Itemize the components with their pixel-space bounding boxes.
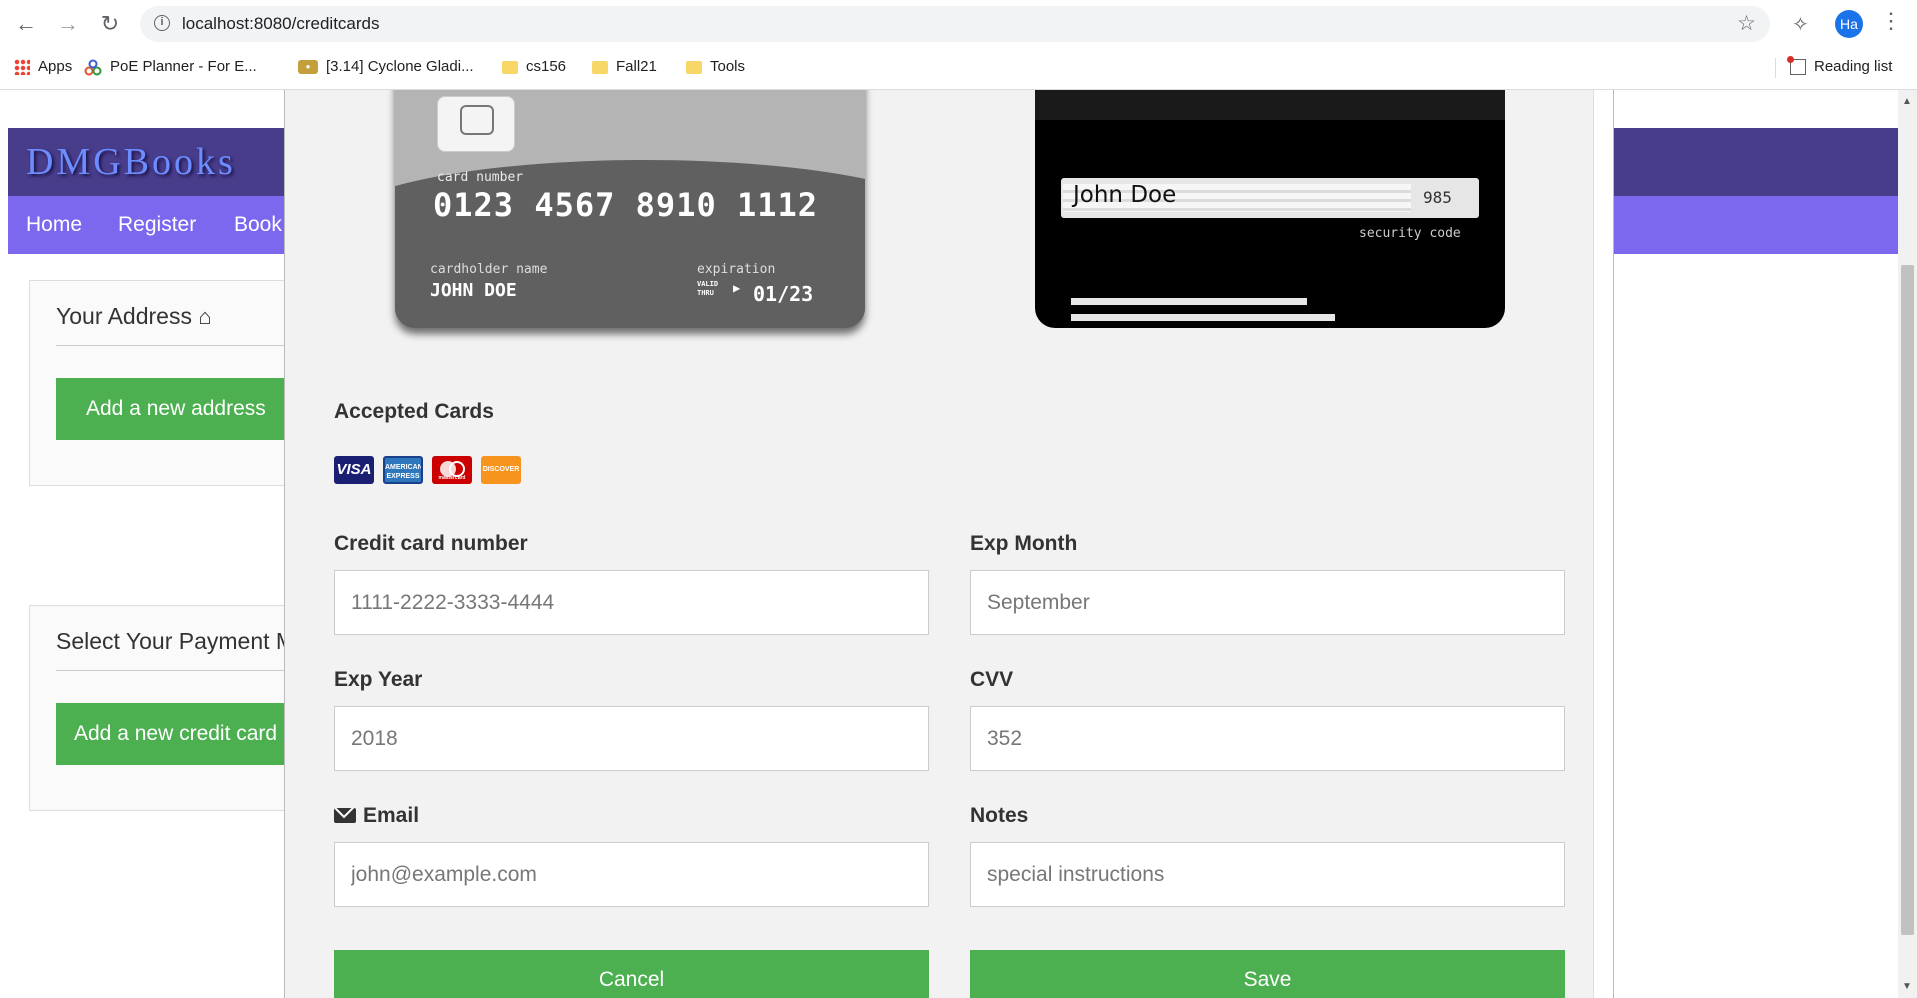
scroll-up-arrow-icon[interactable]: ▲ xyxy=(1902,96,1912,107)
nav-home[interactable]: Home xyxy=(26,196,82,254)
bookmark-cs156[interactable]: cs156 xyxy=(502,52,566,82)
browser-toolbar: ← → ↻ i localhost:8080/creditcards ☆ ✧ H… xyxy=(0,0,1917,48)
bookmarks-separator xyxy=(1775,58,1776,78)
info-icon[interactable]: i xyxy=(154,15,170,31)
bookmark-poe-planner[interactable]: PoE Planner - For E... xyxy=(84,52,257,82)
bookmark-fall21[interactable]: Fall21 xyxy=(592,52,657,82)
signature-name: John Doe xyxy=(1073,182,1177,208)
site-brand[interactable]: DMGBooks xyxy=(26,140,236,184)
payment-panel: Select Your Payment Method Add a new cre… xyxy=(29,605,353,811)
address-panel: Your Address ⌂ Add a new address xyxy=(29,280,301,486)
card-number-label: card number xyxy=(437,170,524,185)
folder-icon xyxy=(592,60,608,74)
signature-box: John Doe 985 xyxy=(1061,178,1479,218)
browser-chrome: ← → ↻ i localhost:8080/creditcards ☆ ✧ H… xyxy=(0,0,1917,90)
profile-avatar[interactable]: Ha xyxy=(1835,10,1863,38)
discover-logo: DISCOVER xyxy=(481,456,521,484)
accepted-cards-title: Accepted Cards xyxy=(334,400,494,423)
amex-logo: AMERICAN EXPRESS xyxy=(383,456,423,484)
page-scrollbar[interactable]: ▲ ▼ xyxy=(1898,90,1917,998)
nav-books[interactable]: Book xyxy=(234,196,282,254)
exp-month-label: Exp Month xyxy=(970,532,1078,555)
home-icon: ⌂ xyxy=(198,304,212,329)
cancel-button[interactable]: Cancel xyxy=(334,950,929,998)
bookmark-tools[interactable]: Tools xyxy=(686,52,745,82)
page-content: DMGBooks Home Register Book Your Address… xyxy=(0,90,1898,998)
card-back-line xyxy=(1071,298,1307,305)
card-cvc-value: 985 xyxy=(1423,188,1452,207)
folder-icon xyxy=(686,60,702,74)
email-input[interactable] xyxy=(334,842,929,907)
card-back-line xyxy=(1071,314,1335,321)
cardholder-label: cardholder name xyxy=(430,262,548,277)
exp-year-input[interactable] xyxy=(334,706,929,771)
credit-card-modal: card number 0123 4567 8910 1112 cardhold… xyxy=(284,90,1614,998)
mastercard-logo: mastercard xyxy=(432,456,472,484)
card-back-preview: John Doe 985 security code xyxy=(1035,90,1505,328)
exp-month-input[interactable] xyxy=(970,570,1565,635)
panel-divider xyxy=(56,345,300,346)
notes-label: Notes xyxy=(970,804,1029,827)
panel-divider xyxy=(56,670,300,671)
cyclone-site-icon: ● xyxy=(298,60,318,75)
envelope-icon xyxy=(334,808,356,823)
add-credit-card-button[interactable]: Add a new credit card xyxy=(56,703,300,765)
scroll-down-arrow-icon[interactable]: ▼ xyxy=(1902,981,1912,992)
url-text[interactable]: localhost:8080/creditcards xyxy=(182,6,380,42)
reading-list-icon xyxy=(1787,56,1806,76)
expiration-value: 01/23 xyxy=(753,282,814,306)
apps-grid-icon xyxy=(14,59,30,76)
scrollbar-thumb[interactable] xyxy=(1901,265,1914,935)
exp-year-label: Exp Year xyxy=(334,668,423,691)
cvv-label: CVV xyxy=(970,668,1014,691)
reload-icon[interactable]: ↻ xyxy=(96,10,124,38)
reading-list-button[interactable]: Reading list xyxy=(1787,52,1892,82)
email-label: Email xyxy=(334,804,419,828)
forward-arrow-icon[interactable]: → xyxy=(54,10,82,38)
poe-planner-icon xyxy=(84,58,102,76)
card-number-value: 0123 4567 8910 1112 xyxy=(433,186,819,224)
bookmark-apps[interactable]: Apps xyxy=(14,52,72,82)
notes-input[interactable] xyxy=(970,842,1565,907)
extensions-puzzle-icon[interactable]: ✧ xyxy=(1792,12,1809,37)
cc-number-label: Credit card number xyxy=(334,532,528,555)
bookmark-cyclone[interactable]: ● [3.14] Cyclone Gladi... xyxy=(298,52,474,82)
save-button[interactable]: Save xyxy=(970,950,1565,998)
card-front-preview: card number 0123 4567 8910 1112 cardhold… xyxy=(395,90,865,328)
play-arrow-icon: ▶ xyxy=(733,281,741,295)
back-arrow-icon[interactable]: ← xyxy=(12,10,40,38)
magnetic-strip xyxy=(1035,90,1505,120)
add-address-button[interactable]: Add a new address xyxy=(56,378,300,440)
security-code-label: security code xyxy=(1359,226,1461,241)
nav-register[interactable]: Register xyxy=(118,196,196,254)
bookmark-star-icon[interactable]: ☆ xyxy=(1737,6,1756,42)
cvv-input[interactable] xyxy=(970,706,1565,771)
folder-icon xyxy=(502,60,518,74)
address-bar[interactable]: i localhost:8080/creditcards ☆ xyxy=(140,6,1770,42)
cc-number-input[interactable] xyxy=(334,570,929,635)
modal-body: card number 0123 4567 8910 1112 cardhold… xyxy=(285,90,1594,998)
address-panel-title: Your Address ⌂ xyxy=(56,303,212,329)
valid-thru-label: VALID THRU xyxy=(697,280,719,297)
bookmarks-bar: Apps PoE Planner - For E... ● [3.14] Cycl… xyxy=(0,52,1917,86)
cardholder-value: JOHN DOE xyxy=(430,280,517,301)
expiration-label: expiration xyxy=(697,262,776,277)
browser-menu-icon[interactable]: ⋮ xyxy=(1880,8,1902,34)
card-chip-icon xyxy=(437,96,515,152)
visa-logo: VISA xyxy=(334,456,374,484)
